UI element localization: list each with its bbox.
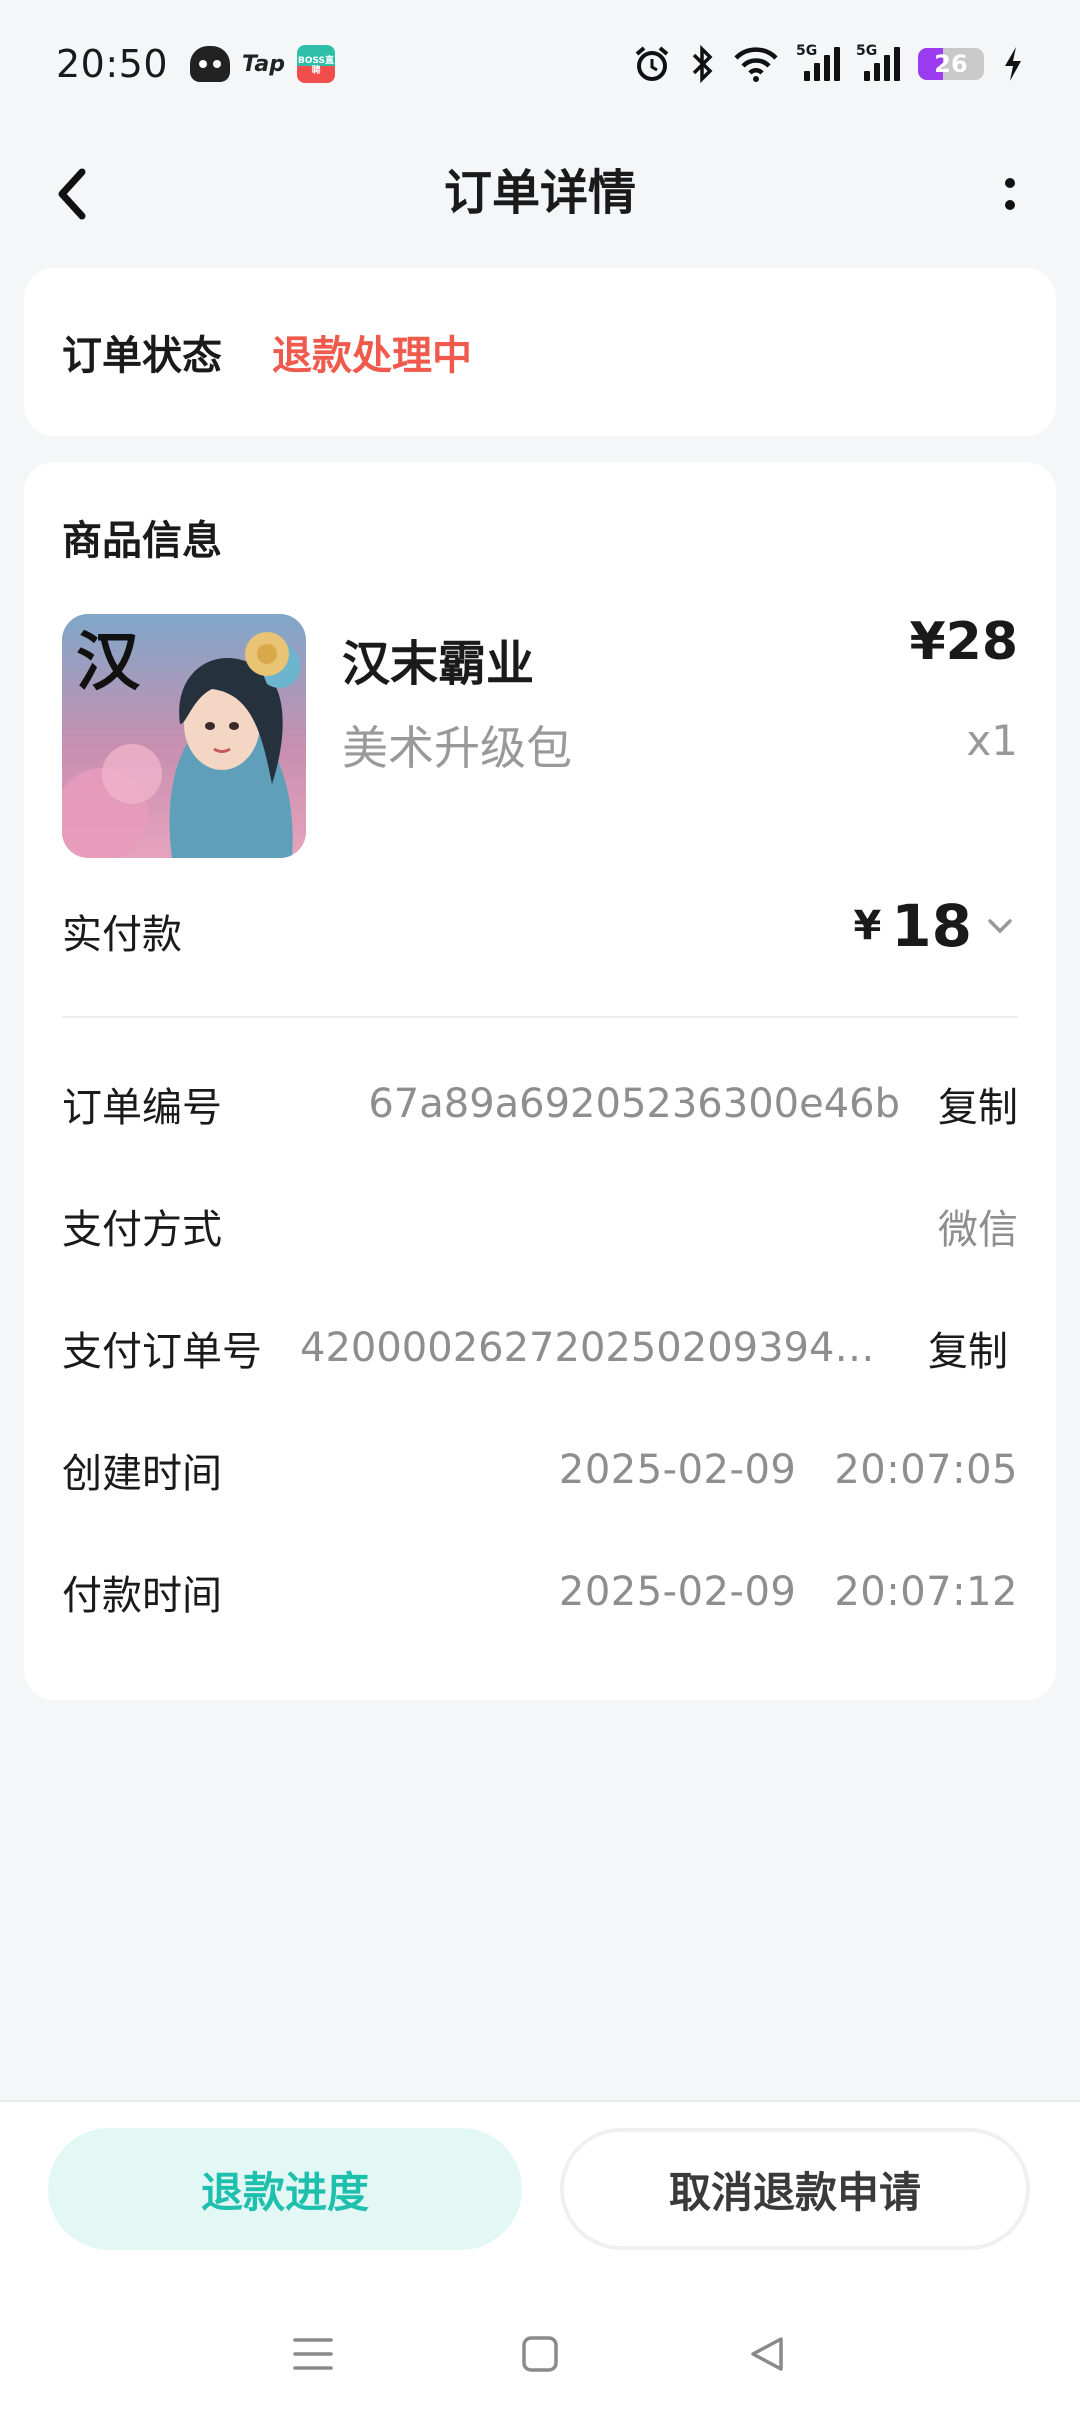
thumb-title-char: 汉: [76, 625, 141, 700]
game-art-image: 汉: [62, 614, 306, 858]
order-status-value: 退款处理中: [272, 333, 472, 379]
order-number-row: 订单编号 67a89a69205236300e46b 复制: [62, 1074, 1018, 1134]
chevron-down-icon: [988, 919, 1012, 934]
payment-order-number-value: 4200002627202502093947120000: [300, 1325, 890, 1371]
system-navigation-bar: [0, 2294, 1080, 2414]
signal-5g-icon-2: 5G: [856, 43, 900, 81]
notification-icons: Tap BOSS直聘: [190, 45, 336, 83]
refund-progress-button[interactable]: 退款进度: [48, 2128, 522, 2250]
signal-5g-icon: 5G: [796, 43, 840, 81]
product-description: 美术升级包: [342, 721, 572, 775]
order-number-value: 67a89a69205236300e46b: [368, 1081, 900, 1127]
nav-bar: 订单详情: [0, 128, 1080, 258]
battery-level: 26: [934, 50, 968, 78]
payment-order-number-row: 支付订单号 4200002627202502093947120000 复制: [62, 1318, 1018, 1378]
wifi-icon: [732, 45, 780, 83]
payment-time-label: 付款时间: [62, 1573, 222, 1619]
menu-key-icon[interactable]: [283, 2324, 343, 2384]
more-dot-icon: [1005, 178, 1015, 188]
payment-time-value: 20:07:12: [834, 1569, 1018, 1615]
created-date-value: 2025-02-09: [558, 1447, 797, 1493]
created-time-value: 20:07:05: [834, 1447, 1018, 1493]
payment-method-row: 支付方式 微信: [62, 1196, 1018, 1256]
product-price: ¥28: [909, 612, 1018, 672]
boss-app-icon: BOSS直聘: [297, 45, 336, 83]
battery-icon: 26: [918, 48, 984, 80]
divider: [62, 1016, 1018, 1018]
product-quantity: x1: [966, 716, 1018, 765]
payment-time-row: 付款时间 2025-02-09 20:07:12: [62, 1562, 1018, 1622]
status-bar: 20:50 Tap BOSS直聘 5G 5G 26: [0, 0, 1080, 128]
payment-order-number-label: 支付订单号: [62, 1329, 262, 1375]
paid-label: 实付款: [62, 912, 182, 958]
bluetooth-icon: [690, 45, 714, 83]
more-dot-icon: [1005, 200, 1015, 210]
order-status-label: 订单状态: [62, 333, 222, 379]
order-status-card: 订单状态 退款处理中: [24, 268, 1056, 436]
created-time-row: 创建时间 2025-02-09 20:07:05: [62, 1440, 1018, 1500]
page-title: 订单详情: [443, 165, 636, 221]
paid-currency: ¥: [853, 903, 882, 949]
copy-order-number-button[interactable]: 复制: [938, 1075, 1018, 1133]
paid-amount-toggle[interactable]: ¥ 18: [853, 892, 1018, 960]
payment-method-label: 支付方式: [62, 1207, 222, 1253]
section-title: 商品信息: [62, 518, 222, 564]
status-time: 20:50: [56, 42, 169, 86]
system-icons: 5G 5G 26: [632, 43, 1024, 84]
product-name: 汉末霸业: [342, 636, 535, 692]
more-options-button[interactable]: [980, 164, 1040, 224]
back-key-icon[interactable]: [737, 2324, 797, 2384]
charging-icon: [1002, 45, 1024, 83]
payment-date-value: 2025-02-09: [558, 1569, 797, 1615]
payment-method-value: 微信: [938, 1207, 1018, 1253]
tap-app-icon: Tap: [242, 51, 286, 77]
home-key-icon[interactable]: [510, 2324, 570, 2384]
copy-payment-order-number-button[interactable]: 复制: [928, 1319, 1008, 1377]
created-time-label: 创建时间: [62, 1451, 222, 1497]
bottom-action-bar: 退款进度 取消退款申请: [0, 2100, 1080, 2414]
order-number-label: 订单编号: [62, 1085, 222, 1131]
alarm-icon: [632, 44, 672, 84]
cat-app-icon: [190, 46, 231, 82]
paid-amount: 18: [891, 892, 972, 960]
product-image[interactable]: 汉: [62, 614, 306, 858]
cancel-refund-button[interactable]: 取消退款申请: [560, 2128, 1030, 2250]
product-info-card: 商品信息 汉 汉末霸业 ¥28 美术升级包 x1 实付款 ¥ 18 订单编号 6…: [24, 462, 1056, 1700]
